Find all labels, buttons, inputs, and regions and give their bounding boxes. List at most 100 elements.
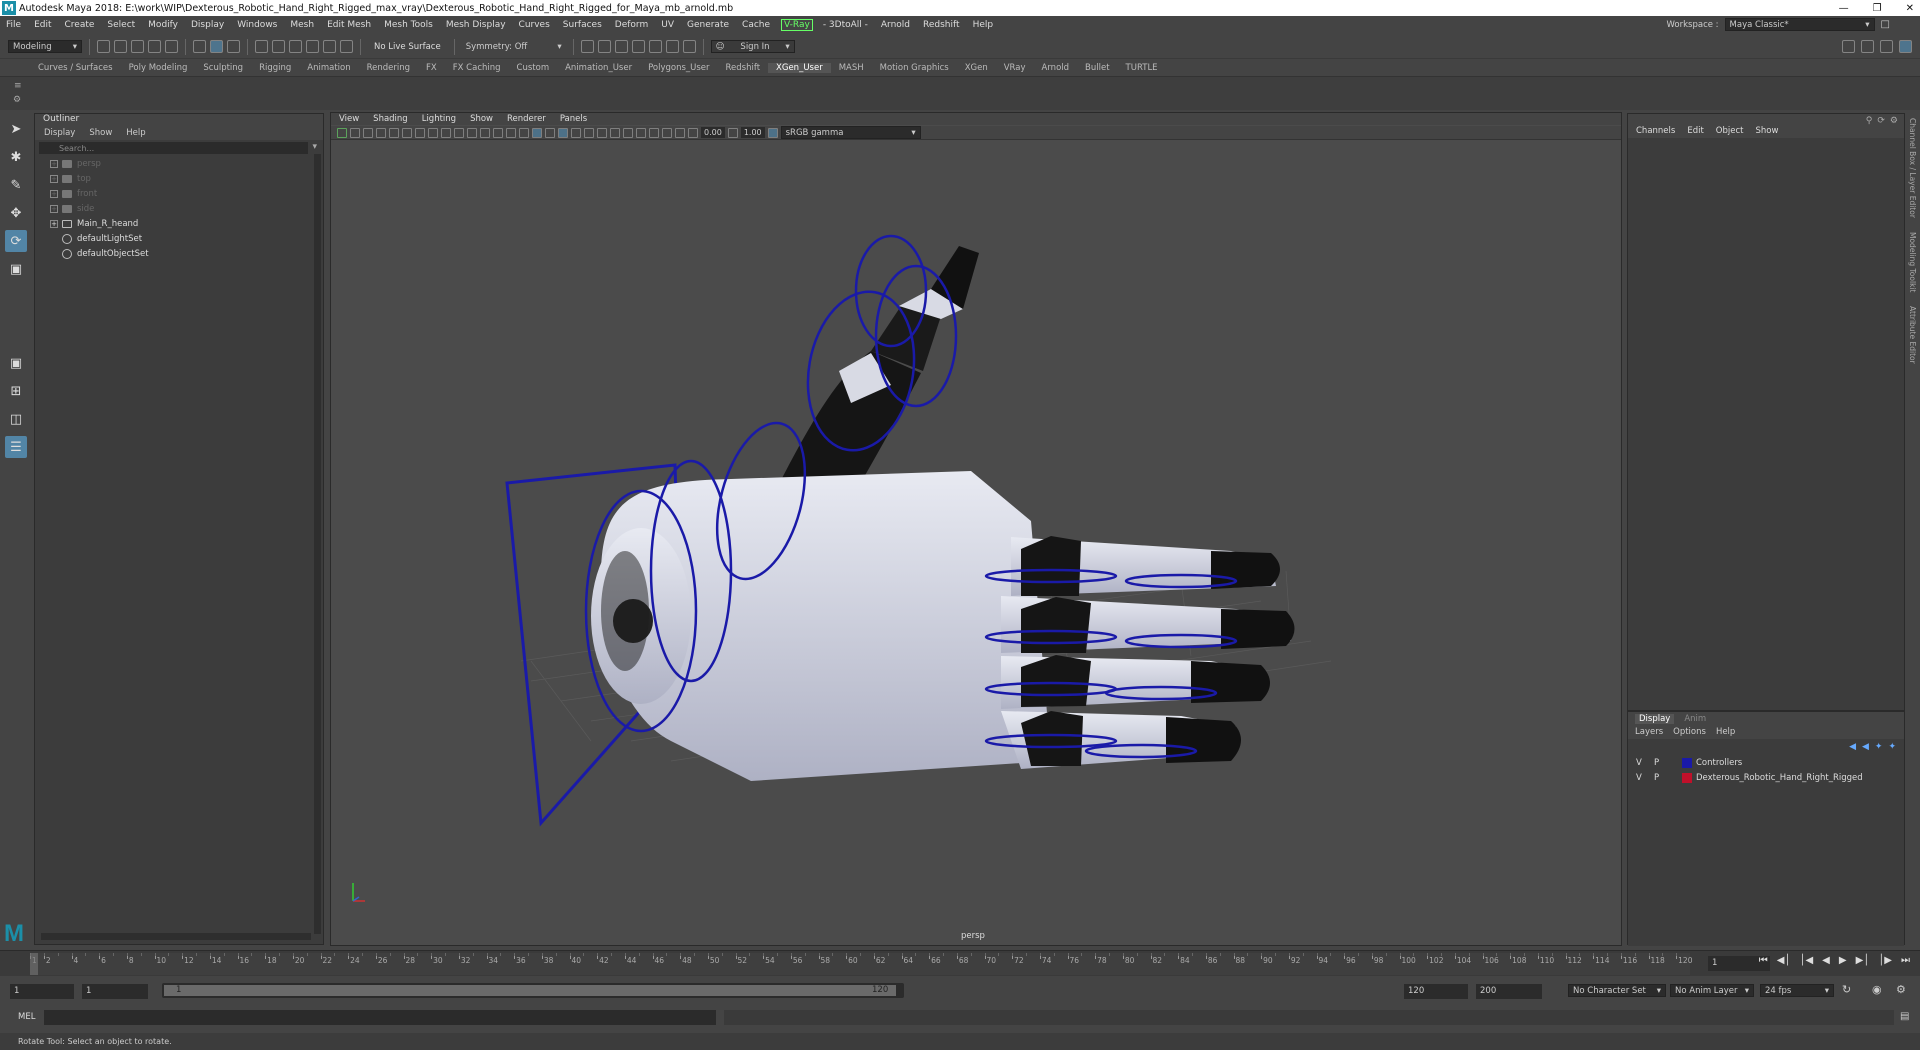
- expand-icon[interactable]: +: [50, 189, 58, 198]
- anim-start-field[interactable]: 1: [82, 983, 148, 999]
- layer-menu-help[interactable]: Help: [1716, 727, 1735, 737]
- end-time-field[interactable]: 120: [1404, 983, 1468, 999]
- xray-icon[interactable]: [662, 127, 672, 138]
- undo-icon[interactable]: [148, 40, 161, 53]
- channel-menu-channels[interactable]: Channels: [1636, 126, 1675, 136]
- textured-icon[interactable]: [558, 127, 568, 138]
- outliner-item[interactable]: + front: [50, 186, 323, 201]
- xray-joints-icon[interactable]: [675, 127, 685, 138]
- snap-grid-icon[interactable]: [255, 40, 268, 53]
- lock-icon[interactable]: □: [1881, 19, 1890, 30]
- select-tool-icon[interactable]: ➤: [5, 118, 27, 140]
- open-scene-icon[interactable]: [114, 40, 127, 53]
- two-d-pan-icon[interactable]: [402, 127, 412, 138]
- menu-edit-mesh[interactable]: Edit Mesh: [321, 20, 378, 30]
- channel-menu-edit[interactable]: Edit: [1687, 126, 1703, 136]
- save-scene-icon[interactable]: [131, 40, 144, 53]
- step-back-frame-icon[interactable]: │◀: [1799, 955, 1813, 966]
- snap-view-icon[interactable]: [306, 40, 319, 53]
- layer-tab-anim[interactable]: Anim: [1684, 714, 1706, 724]
- select-component-icon[interactable]: [227, 40, 240, 53]
- modeling-toolkit-icon[interactable]: [1842, 40, 1855, 53]
- outliner-hscrollbar[interactable]: [41, 933, 311, 940]
- shelf-tab-animation[interactable]: Animation: [299, 63, 358, 73]
- menu-surfaces[interactable]: Surfaces: [557, 20, 609, 30]
- shelf-tab-poly-modeling[interactable]: Poly Modeling: [121, 63, 196, 73]
- safe-title-icon[interactable]: [506, 127, 516, 138]
- gamma-field[interactable]: 1.00: [740, 127, 765, 138]
- isolate-select-icon[interactable]: [649, 127, 659, 138]
- outliner-menu-show[interactable]: Show: [89, 128, 112, 138]
- outliner-item[interactable]: + top: [50, 171, 323, 186]
- menu-mesh-tools[interactable]: Mesh Tools: [378, 20, 440, 30]
- safe-action-icon[interactable]: [493, 127, 503, 138]
- smooth-shade-icon[interactable]: [532, 127, 542, 138]
- film-gate-icon[interactable]: [441, 127, 451, 138]
- expand-icon[interactable]: +: [50, 174, 58, 183]
- layer-row[interactable]: V P Controllers: [1628, 755, 1904, 770]
- anim-end-field[interactable]: 200: [1476, 983, 1542, 999]
- menu-mesh-display[interactable]: Mesh Display: [440, 20, 513, 30]
- live-surface-field[interactable]: No Live Surface: [368, 42, 447, 52]
- shelf-tab-rendering[interactable]: Rendering: [359, 63, 418, 73]
- resolution-gate-icon[interactable]: [454, 127, 464, 138]
- ambient-occlusion-icon[interactable]: [597, 127, 607, 138]
- snap-curve-icon[interactable]: [272, 40, 285, 53]
- persp-outliner-layout-icon[interactable]: ◫: [5, 408, 27, 430]
- channel-menu-show[interactable]: Show: [1755, 126, 1778, 136]
- new-layer-selected-icon[interactable]: ✦: [1888, 742, 1896, 752]
- shelf-menu-icon[interactable]: ≡: [14, 81, 22, 91]
- fps-dropdown[interactable]: 24 fps ▾: [1760, 984, 1834, 997]
- menu-uv[interactable]: UV: [655, 20, 681, 30]
- menu-edit[interactable]: Edit: [28, 20, 58, 30]
- layer-playback-toggle[interactable]: P: [1654, 758, 1672, 768]
- anim-prefs-icon[interactable]: ⚙: [1896, 983, 1906, 996]
- camera-lock-icon[interactable]: [350, 127, 360, 138]
- menu-cache[interactable]: Cache: [736, 20, 777, 30]
- camera-select-icon[interactable]: [337, 127, 347, 138]
- color-space-dropdown[interactable]: sRGB gamma ▾: [780, 126, 921, 139]
- layer-visibility-toggle[interactable]: V: [1636, 773, 1654, 783]
- settings-icon[interactable]: ⚙: [1890, 116, 1898, 126]
- side-tab-attribute-editor[interactable]: Attribute Editor: [1908, 306, 1917, 364]
- shelf-tab-fx-caching[interactable]: FX Caching: [445, 63, 509, 73]
- rotate-tool-icon[interactable]: ⟳: [5, 230, 27, 252]
- layer-color-swatch[interactable]: [1682, 757, 1692, 768]
- menu-generate[interactable]: Generate: [681, 20, 736, 30]
- symmetry-dropdown[interactable]: Symmetry: Off ▾: [461, 40, 566, 53]
- expand-icon[interactable]: +: [50, 204, 58, 213]
- menu-windows[interactable]: Windows: [231, 20, 284, 30]
- menu-redshift[interactable]: Redshift: [917, 20, 967, 30]
- render-settings-icon[interactable]: [614, 40, 628, 53]
- side-tab-modeling-toolkit[interactable]: Modeling Toolkit: [1908, 232, 1917, 292]
- depth-of-field-icon[interactable]: [636, 127, 646, 138]
- layer-tab-display[interactable]: Display: [1635, 713, 1675, 724]
- outliner-item[interactable]: + Main_R_heand: [50, 216, 323, 231]
- menu-select[interactable]: Select: [101, 20, 142, 30]
- move-layer-up-icon[interactable]: ◀: [1849, 742, 1856, 752]
- gamma-icon[interactable]: [727, 127, 738, 138]
- channel-box-icon[interactable]: [1899, 40, 1912, 53]
- motion-blur-icon[interactable]: [610, 127, 620, 138]
- step-back-key-icon[interactable]: ◀│: [1777, 955, 1791, 966]
- outliner-menu-display[interactable]: Display: [44, 128, 75, 138]
- shelf-settings-icon[interactable]: ⚙: [13, 95, 21, 105]
- snap-surface-icon[interactable]: [323, 40, 336, 53]
- shelf-tab-mash[interactable]: MASH: [831, 63, 872, 73]
- shelf-tab-curves-surfaces[interactable]: Curves / Surfaces: [30, 63, 121, 73]
- lasso-tool-icon[interactable]: ✱: [5, 146, 27, 168]
- palm-mesh[interactable]: [591, 471, 1051, 781]
- menu-modify[interactable]: Modify: [142, 20, 185, 30]
- image-plane-icon[interactable]: [389, 127, 399, 138]
- shadows-icon[interactable]: [584, 127, 594, 138]
- snap-point-icon[interactable]: [289, 40, 302, 53]
- command-input[interactable]: [44, 1010, 716, 1025]
- shelf-tab-custom[interactable]: Custom: [509, 63, 558, 73]
- layer-menu-options[interactable]: Options: [1673, 727, 1706, 737]
- layer-playback-toggle[interactable]: P: [1654, 773, 1672, 783]
- menu-create[interactable]: Create: [59, 20, 102, 30]
- shelf-tab-xgen[interactable]: XGen: [957, 63, 996, 73]
- exposure-field[interactable]: 0.00: [701, 127, 725, 138]
- lights-icon[interactable]: [571, 127, 581, 138]
- minimize-button[interactable]: —: [1839, 3, 1849, 14]
